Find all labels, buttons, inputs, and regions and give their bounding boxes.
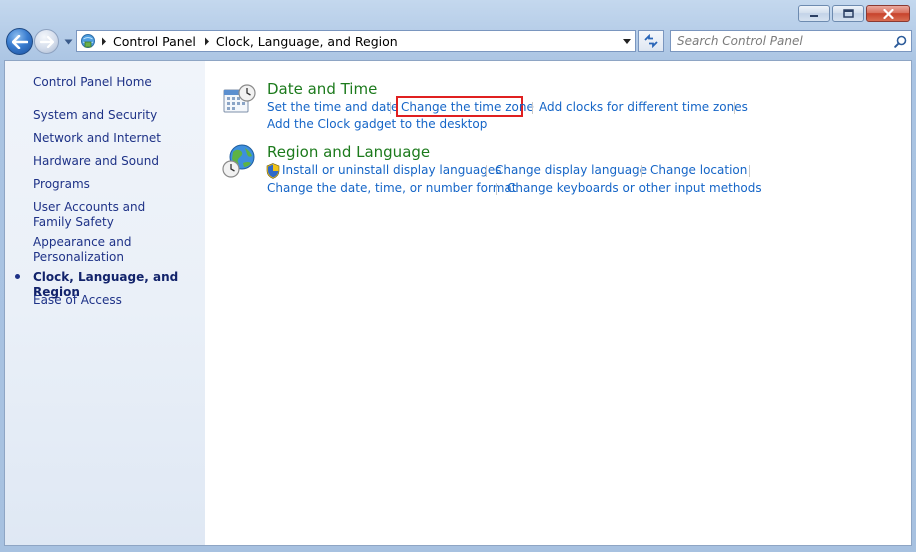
region-and-language-title[interactable]: Region and Language <box>267 143 430 161</box>
change-date-format-link[interactable]: Change the date, time, or number format <box>267 181 516 196</box>
control-panel-icon <box>79 32 97 50</box>
sidebar-control-panel-home[interactable]: Control Panel Home <box>33 75 152 90</box>
sidebar-item-ease-of-access[interactable]: Ease of Access <box>33 293 122 308</box>
minimize-icon <box>810 14 818 17</box>
sidebar-item-appearance[interactable]: Appearance and Personalization <box>33 235 143 265</box>
chevron-right-icon <box>204 37 209 45</box>
back-button[interactable] <box>6 28 33 55</box>
sidebar-item-programs[interactable]: Programs <box>33 177 90 192</box>
sidebar-item-hardware-sound[interactable]: Hardware and Sound <box>33 154 159 169</box>
search-icon <box>893 35 906 48</box>
sidebar-item-network-internet[interactable]: Network and Internet <box>33 131 161 146</box>
link-divider <box>641 165 642 177</box>
search-button[interactable] <box>889 35 911 48</box>
link-divider <box>734 102 735 114</box>
address-bar[interactable]: Control Panel Clock, Language, and Regio… <box>76 30 636 52</box>
arrow-left-icon <box>11 34 28 49</box>
date-and-time-title[interactable]: Date and Time <box>267 80 377 98</box>
sidebar: Control Panel Home System and Security N… <box>5 61 205 545</box>
breadcrumb-clock-language-region[interactable]: Clock, Language, and Region <box>214 34 402 49</box>
add-clocks-link[interactable]: Add clocks for different time zones <box>539 100 748 115</box>
breadcrumb-separator[interactable] <box>97 37 111 46</box>
calendar-clock-icon[interactable] <box>223 83 257 117</box>
navigation-bar: Control Panel Clock, Language, and Regio… <box>4 27 912 57</box>
sidebar-item-system-security[interactable]: System and Security <box>33 108 157 123</box>
close-icon <box>882 8 894 19</box>
close-button[interactable] <box>866 5 910 22</box>
set-time-date-link[interactable]: Set the time and date <box>267 100 398 115</box>
content-frame: Control Panel Home System and Security N… <box>4 60 912 546</box>
chevron-right-icon <box>102 37 106 45</box>
chevron-down-icon <box>623 38 631 44</box>
link-divider <box>486 165 487 177</box>
refresh-icon <box>644 34 658 48</box>
change-display-language-link[interactable]: Change display language <box>495 163 647 178</box>
search-input[interactable] <box>671 34 889 48</box>
change-keyboards-link[interactable]: Change keyboards or other input methods <box>507 181 762 196</box>
minimize-button[interactable] <box>798 5 830 22</box>
change-location-link[interactable]: Change location <box>650 163 747 178</box>
globe-clock-icon[interactable] <box>221 143 257 179</box>
maximize-icon <box>842 9 854 18</box>
address-dropdown-button[interactable] <box>619 31 635 51</box>
add-clock-gadget-link[interactable]: Add the Clock gadget to the desktop <box>267 117 487 132</box>
install-display-languages-link[interactable]: Install or uninstall display languages <box>282 163 502 178</box>
main-content: Date and Time Set the time and date Chan… <box>205 61 911 545</box>
forward-button[interactable] <box>34 29 59 54</box>
chevron-down-icon <box>64 39 72 45</box>
link-divider <box>532 102 533 114</box>
arrow-right-icon <box>39 35 54 48</box>
maximize-button[interactable] <box>832 5 864 22</box>
breadcrumb-separator[interactable] <box>200 37 214 46</box>
recent-pages-button[interactable] <box>62 36 74 48</box>
window-caption-buttons <box>798 5 910 22</box>
refresh-button[interactable] <box>638 30 664 52</box>
change-time-zone-link[interactable]: Change the time zone <box>401 100 534 115</box>
search-box <box>670 30 912 52</box>
current-page-bullet <box>15 274 20 279</box>
uac-shield-icon <box>266 163 280 179</box>
link-divider <box>496 183 497 195</box>
sidebar-item-user-accounts[interactable]: User Accounts and Family Safety <box>33 200 183 230</box>
link-divider <box>390 102 391 114</box>
link-divider <box>749 165 750 177</box>
breadcrumb-control-panel[interactable]: Control Panel <box>111 34 200 49</box>
